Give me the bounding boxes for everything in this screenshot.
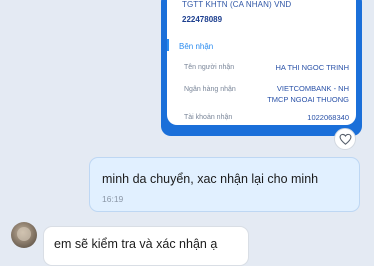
avatar-photo	[17, 227, 31, 241]
source-account-number: 222478089	[182, 15, 223, 24]
recipient-name-label: Tên người nhận	[184, 64, 235, 71]
shared-receipt-image[interactable]: TGTT KHTN (CA NHAN) VND 222478089 Bên nh…	[161, 0, 362, 136]
recipient-account-label: Tài khoản nhận	[184, 114, 233, 121]
message-timestamp: 16:19	[102, 194, 124, 204]
recipient-section-title: Bên nhận	[179, 42, 214, 51]
recipient-name-value: HA THI NGOC TRINH	[275, 63, 349, 72]
recipient-bank-label: Ngân hàng nhận	[184, 86, 236, 93]
recipient-bank-value-line1: VIETCOMBANK - NH	[276, 84, 349, 93]
receipt-card: TGTT KHTN (CA NHAN) VND 222478089 Bên nh…	[167, 0, 356, 125]
incoming-message-bubble[interactable]: em sẽ kiểm tra và xác nhận ạ	[43, 226, 249, 266]
message-text: minh da chuyển, xac nhận lại cho minh	[102, 172, 319, 186]
chat-thread: TGTT KHTN (CA NHAN) VND 222478089 Bên nh…	[0, 0, 374, 266]
source-account-name: TGTT KHTN (CA NHAN) VND	[182, 0, 292, 9]
heart-icon	[339, 133, 351, 145]
section-accent-bar	[167, 39, 169, 51]
recipient-account-value: 1022068340	[307, 113, 349, 122]
recipient-bank-value-line2: TMCP NGOAI THUONG	[267, 95, 349, 104]
message-text: em sẽ kiểm tra và xác nhận ạ	[54, 237, 218, 251]
contact-avatar[interactable]	[11, 222, 37, 248]
recipient-section: Bên nhận Tên người nhận HA THI NGOC TRIN…	[167, 30, 356, 125]
outgoing-message-bubble[interactable]: minh da chuyển, xac nhận lại cho minh 16…	[89, 157, 360, 212]
heart-reaction-button[interactable]	[334, 128, 356, 150]
